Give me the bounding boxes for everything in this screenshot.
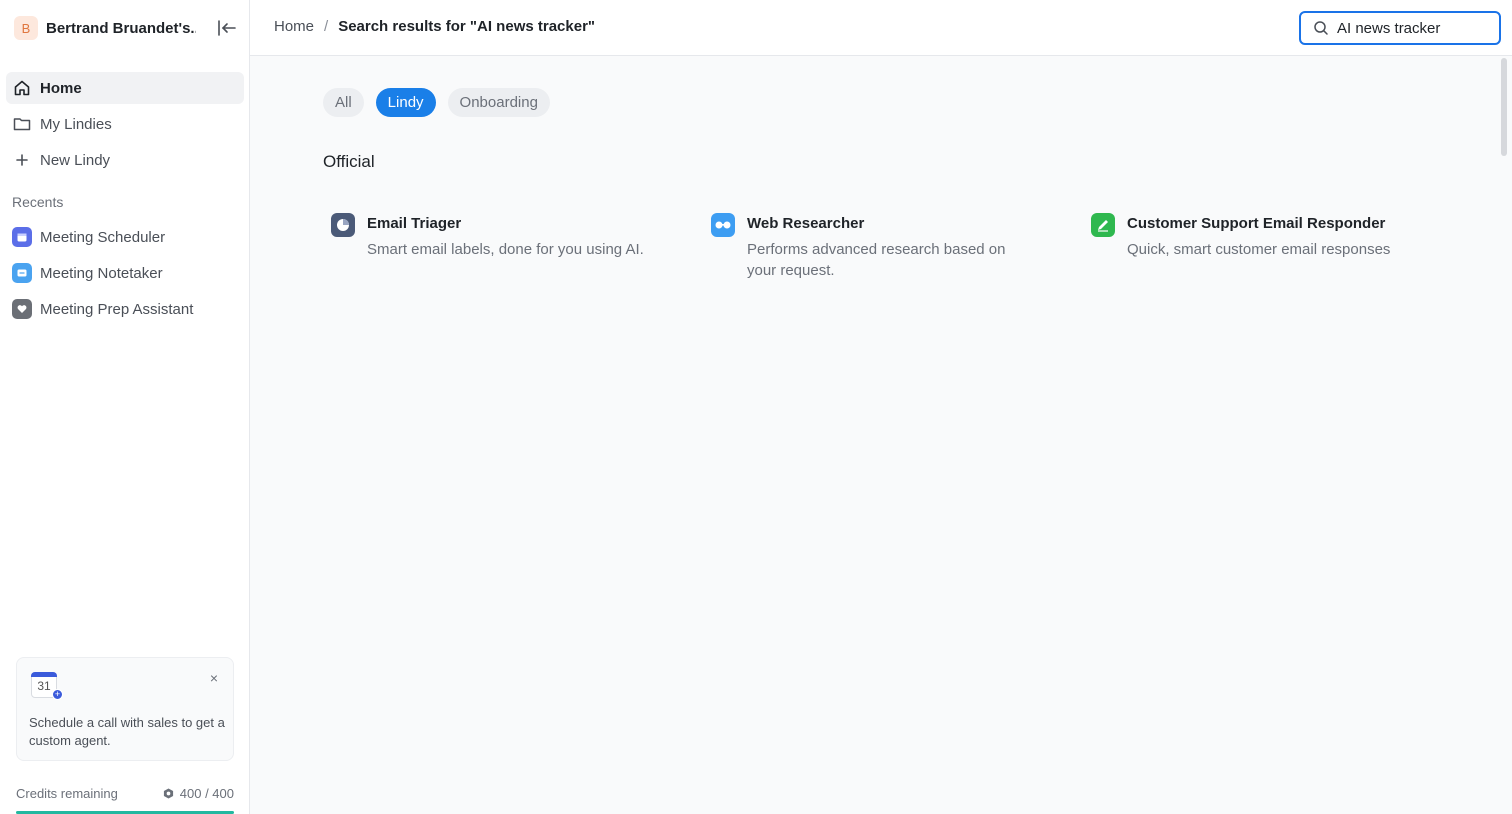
- close-icon[interactable]: ×: [207, 671, 221, 685]
- folder-icon: [12, 114, 32, 134]
- recent-item-meeting-scheduler[interactable]: Meeting Scheduler: [6, 221, 244, 253]
- workspace-switcher[interactable]: B Bertrand Bruandet's...: [14, 16, 196, 40]
- notes-icon: [12, 263, 32, 283]
- workspace-name: Bertrand Bruandet's...: [46, 19, 196, 37]
- breadcrumb-separator: /: [324, 18, 329, 35]
- search-input[interactable]: [1337, 19, 1497, 37]
- home-icon: [12, 78, 32, 98]
- top-header: Home / Search results for "AI news track…: [250, 0, 1512, 56]
- card-description: Quick, smart customer email responses: [1127, 241, 1391, 258]
- credits-value-wrap: 400 / 400: [163, 786, 234, 801]
- main-nav: Home My Lindies New Lindy: [6, 72, 244, 180]
- recents-list: Meeting Scheduler Meeting Notetaker Meet…: [6, 221, 244, 329]
- sidebar: B Bertrand Bruandet's... Home My Lindies: [0, 0, 250, 814]
- promo-text: Schedule a call with sales to get a cust…: [29, 715, 225, 748]
- credits-value: 400 / 400: [179, 786, 234, 801]
- section-title: Official: [323, 152, 375, 171]
- card-description: Smart email labels, done for you using A…: [367, 241, 644, 258]
- recents-heading: Recents: [12, 194, 64, 210]
- glasses-icon: [711, 213, 735, 237]
- breadcrumb-current: Search results for "AI news tracker": [338, 18, 596, 35]
- recent-item-label: Meeting Scheduler: [40, 228, 166, 246]
- nav-item-label: Home: [40, 79, 82, 97]
- sales-promo-card: 31 + × Schedule a call with sales to get…: [16, 657, 234, 761]
- scrollbar[interactable]: [1501, 58, 1507, 156]
- recent-item-label: Meeting Notetaker: [40, 264, 163, 282]
- card-title: Web Researcher: [747, 215, 865, 232]
- breadcrumb-home-link[interactable]: Home: [274, 18, 314, 35]
- nav-item-label: New Lindy: [40, 151, 111, 169]
- main-content: All Lindy Onboarding Official Email Tria…: [250, 56, 1512, 814]
- calendar-add-icon: 31 +: [31, 672, 63, 700]
- heart-icon: [12, 299, 32, 319]
- nav-item-new-lindy[interactable]: New Lindy: [6, 144, 244, 176]
- search-icon: [1314, 21, 1328, 35]
- recent-item-label: Meeting Prep Assistant: [40, 300, 194, 318]
- pencil-icon: [1091, 213, 1115, 237]
- calendar-icon: [12, 227, 32, 247]
- plus-icon: [12, 150, 32, 170]
- card-title: Customer Support Email Responder: [1127, 215, 1386, 232]
- credits-coin-icon: [163, 788, 173, 799]
- pie-chart-icon: [331, 213, 355, 237]
- filter-chip-onboarding[interactable]: Onboarding: [447, 88, 550, 117]
- card-title: Email Triager: [367, 215, 462, 232]
- workspace-avatar: B: [14, 16, 38, 40]
- recent-item-meeting-prep-assistant[interactable]: Meeting Prep Assistant: [6, 293, 244, 325]
- nav-item-home[interactable]: Home: [6, 72, 244, 104]
- breadcrumb: Home / Search results for "AI news track…: [274, 18, 595, 35]
- nav-item-label: My Lindies: [40, 115, 112, 133]
- search-box[interactable]: [1299, 11, 1501, 45]
- credits-label: Credits remaining: [16, 786, 118, 801]
- credits-row: Credits remaining 400 / 400: [16, 786, 234, 804]
- nav-item-my-lindies[interactable]: My Lindies: [6, 108, 244, 140]
- collapse-sidebar-icon[interactable]: [216, 18, 238, 38]
- filter-chips: All Lindy Onboarding: [323, 88, 562, 117]
- recent-item-meeting-notetaker[interactable]: Meeting Notetaker: [6, 257, 244, 289]
- filter-chip-lindy[interactable]: Lindy: [375, 88, 436, 117]
- card-description: Performs advanced research based on your…: [747, 241, 1006, 279]
- filter-chip-all[interactable]: All: [323, 88, 364, 117]
